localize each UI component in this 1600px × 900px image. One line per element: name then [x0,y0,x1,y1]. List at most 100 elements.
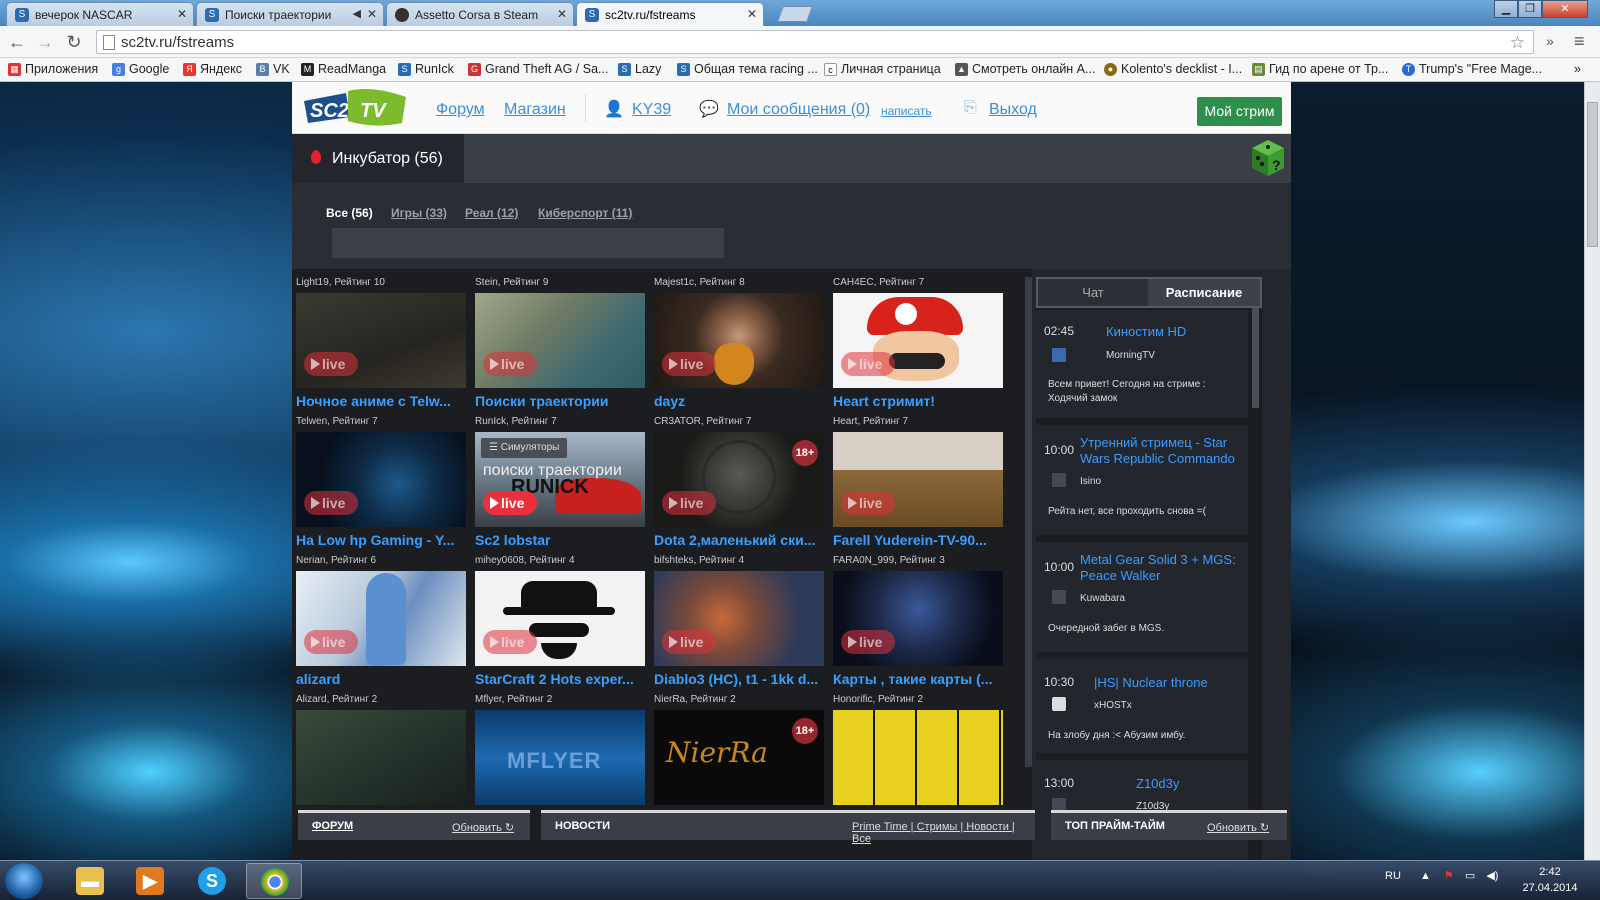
schedule-title-link[interactable]: |HS| Nuclear throne [1094,675,1208,691]
stream-title-link[interactable]: dayz [654,393,824,412]
live-badge[interactable]: live [841,352,895,376]
stream-title-link[interactable]: Ночное аниме с Telw... [296,393,466,412]
stream-card[interactable]: NierRa, Рейтинг 2 NierRa 18+ [654,694,824,805]
stream-thumbnail[interactable]: live [475,571,645,666]
stream-title-link[interactable]: StarCraft 2 Hots exper... [475,671,645,690]
nav-shop-link[interactable]: Магазин [504,101,566,119]
start-button[interactable] [5,863,43,899]
nav-forum-link[interactable]: Форум [436,101,485,119]
live-badge[interactable]: live [304,491,358,515]
schedule-author[interactable]: MorningTV [1106,350,1155,361]
stream-title-link[interactable]: Поиски траектории [475,393,645,412]
browser-tab-active[interactable]: S sc2tv.ru/fstreams ✕ [576,2,764,26]
stream-thumbnail[interactable]: live [833,432,1003,527]
live-badge[interactable]: live [841,491,895,515]
forward-arrow-icon[interactable]: → [34,31,56,53]
grid-scrollbar[interactable] [1025,277,1032,767]
bookmark-readmanga[interactable]: M ReadManga [301,62,386,76]
new-tab-button[interactable] [777,6,813,22]
language-indicator[interactable]: RU [1385,870,1401,882]
browser-tab[interactable]: Assetto Corsa в Steam ✕ [386,2,574,26]
bookmark-racing[interactable]: S Общая тема racing ... [677,62,818,76]
address-bar[interactable]: sc2tv.ru/fstreams ☆ [96,30,1534,54]
window-close-button[interactable]: ✕ [1542,0,1588,18]
stream-card[interactable]: Honorific, Рейтинг 2 [833,694,1003,805]
stream-title-link[interactable]: Diablo3 (HC), t1 - 1kk d... [654,671,824,690]
chrome-menu-icon[interactable]: ≡ [1574,31,1585,52]
close-tab-icon[interactable]: ✕ [747,7,757,21]
my-stream-button[interactable]: Мой стрим [1197,97,1282,126]
nav-write-link[interactable]: написать [881,104,932,118]
filter-games-tab[interactable]: Игры (33) [391,206,447,220]
bookmark-vk[interactable]: B VK [256,62,290,76]
stream-thumbnail[interactable]: live [296,432,466,527]
stream-thumbnail[interactable] [833,710,1003,805]
stream-thumbnail[interactable]: live [475,293,645,388]
stream-card[interactable]: FARA0N_999, Рейтинг 3 live Карты , такие… [833,555,1003,690]
volume-icon[interactable]: ◀) [1486,870,1498,882]
bookmark-trump[interactable]: T Trump's "Free Mage... [1402,62,1542,76]
nav-logout-link[interactable]: Выход [989,101,1037,119]
footer-forum-title[interactable]: ФОРУМ [312,820,353,832]
schedule-author[interactable]: xHOSTx [1094,700,1132,711]
taskbar-explorer[interactable]: ▬ [62,863,118,899]
more-extensions-icon[interactable]: » [1546,33,1554,49]
schedule-scrollbar[interactable] [1252,308,1259,408]
bookmark-lazy[interactable]: S Lazy [618,62,661,76]
clock[interactable]: 2:42 27.04.2014 [1515,864,1585,896]
schedule-author[interactable]: Isino [1080,476,1101,487]
incubator-tab[interactable]: Инкубатор (56) [292,134,464,183]
live-badge[interactable]: live [662,491,716,515]
bookmark-google[interactable]: g Google [112,62,169,76]
stream-title-link[interactable]: alizard [296,671,466,690]
live-badge[interactable]: live [304,352,358,376]
network-icon[interactable]: ▭ [1465,870,1475,882]
live-badge[interactable]: live [483,352,537,376]
tab-chat[interactable]: Чат [1038,279,1148,306]
back-arrow-icon[interactable]: ← [6,31,28,53]
show-hidden-icons-icon[interactable]: ▲ [1420,870,1431,882]
stream-thumbnail[interactable] [296,710,466,805]
filter-esports-tab[interactable]: Киберспорт (11) [538,206,632,220]
stream-thumbnail[interactable]: live [296,571,466,666]
filter-all-tab[interactable]: Все (56) [326,206,373,220]
stream-title-link[interactable]: Sc2 lobstar [475,532,645,551]
close-tab-icon[interactable]: ✕ [557,7,567,21]
bookmark-yandex[interactable]: Я Яндекс [183,62,242,76]
search-input[interactable] [332,228,724,258]
live-badge[interactable]: live [483,491,537,515]
live-badge[interactable]: live [304,630,358,654]
schedule-title-link[interactable]: Киностим HD [1106,324,1186,340]
tab-schedule[interactable]: Расписание [1148,279,1260,306]
news-links[interactable]: Prime Time | Стримы | Новости | Все [852,821,1035,845]
schedule-author[interactable]: Kuwabara [1080,593,1125,604]
live-badge[interactable]: live [662,352,716,376]
stream-thumbnail[interactable]: live [654,571,824,666]
stream-thumbnail[interactable]: live [296,293,466,388]
taskbar-media-player[interactable]: ▶ [122,863,178,899]
stream-title-link[interactable]: Карты , такие карты (... [833,671,1003,690]
stream-card[interactable]: mihey0608, Рейтинг 4 live StarCraft 2 Ho… [475,555,645,690]
nav-user-link[interactable]: KY39 [632,101,671,119]
bookmark-personal[interactable]: c Личная страница [824,62,941,76]
schedule-title-link[interactable]: Z10d3y [1136,776,1179,792]
filter-real-tab[interactable]: Реал (12) [465,206,518,220]
minimize-button[interactable]: ▁ [1494,0,1518,18]
close-tab-icon[interactable]: ✕ [177,7,187,21]
stream-thumbnail[interactable]: NierRa 18+ [654,710,824,805]
bookmark-apps[interactable]: ▦ Приложения [8,62,98,76]
stream-card[interactable]: CR3ATOR, Рейтинг 7 18+ live Dota 2,мален… [654,416,824,551]
schedule-title-link[interactable]: Утренний стримец - Star Wars Republic Co… [1080,435,1245,467]
stream-card[interactable]: RunIck, Рейтинг 7 поиски траектории RUNI… [475,416,645,551]
stream-title-link[interactable]: Dota 2,маленький ски... [654,532,824,551]
sc2tv-logo[interactable]: SC2 TV [302,87,410,129]
bookmark-arena-guide[interactable]: ▤ Гид по арене от Тр... [1252,62,1388,76]
stream-thumbnail[interactable]: MFLYER [475,710,645,805]
category-label[interactable]: ☰ Симуляторы [481,438,568,458]
stream-card[interactable]: Heart, Рейтинг 7 live Farell Yuderein-TV… [833,416,1003,551]
taskbar-chrome[interactable] [246,863,302,899]
bookmark-kolento[interactable]: ● Kolento's decklist - I... [1104,62,1242,76]
stream-thumbnail[interactable]: поиски траектории RUNICK ☰ Симуляторы li… [475,432,645,527]
stream-card[interactable]: bifshteks, Рейтинг 4 live Diablo3 (HC), … [654,555,824,690]
stream-thumbnail[interactable]: live [833,571,1003,666]
